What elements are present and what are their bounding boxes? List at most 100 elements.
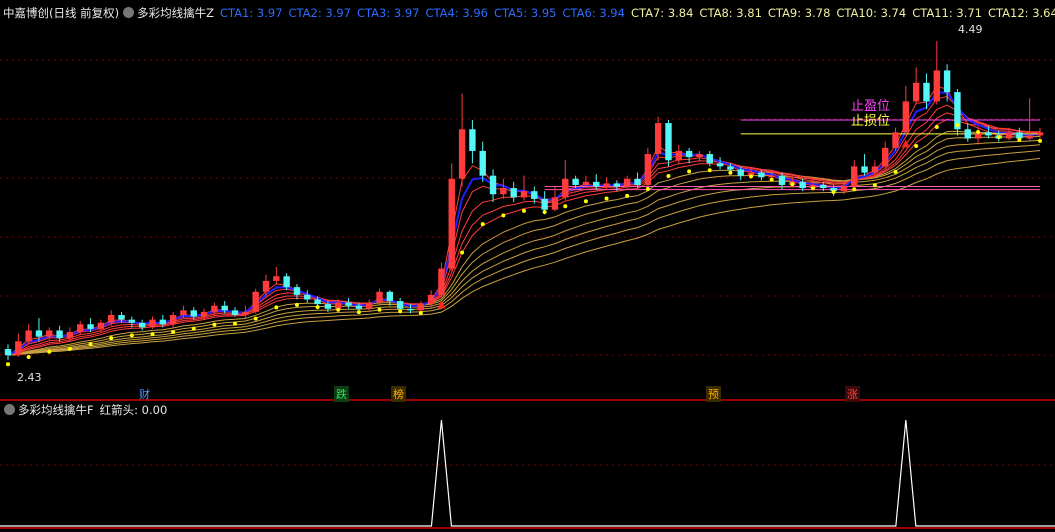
candle-up — [438, 268, 445, 295]
candle-down — [489, 175, 497, 195]
trend-dot — [1038, 138, 1042, 143]
trend-dot — [749, 174, 754, 179]
trend-dot — [6, 362, 10, 367]
indicator-name[interactable]: 多彩均线擒牛Z — [137, 6, 214, 20]
tag-forecast[interactable]: 预 — [706, 386, 721, 402]
trend-dot — [26, 355, 31, 360]
trend-dot — [129, 333, 134, 338]
trend-dot — [109, 336, 114, 341]
candle-down — [87, 324, 94, 329]
candle-up — [169, 314, 177, 325]
trend-dot — [274, 305, 279, 310]
candle-down — [324, 304, 332, 309]
candle-down — [541, 198, 548, 210]
cta-value-9: CTA9: 3.78 — [767, 6, 831, 20]
candle-up — [25, 330, 32, 342]
candle-down — [190, 310, 197, 317]
cta-values: CTA1: 3.97 CTA2: 3.97 CTA3: 3.97 CTA4: 3.96… — [220, 6, 1055, 20]
candle-up — [211, 305, 218, 312]
candle-up — [892, 132, 899, 148]
candle-down — [283, 276, 290, 288]
candle-down — [35, 330, 43, 337]
candle-down — [820, 184, 827, 189]
trend-dot — [645, 187, 650, 192]
candle-up — [262, 280, 270, 292]
candle-down — [138, 322, 146, 328]
candle-up — [933, 70, 940, 102]
trend-dot — [810, 186, 815, 191]
candle-up — [696, 154, 703, 158]
candle-up — [851, 166, 858, 187]
candle-down — [293, 287, 301, 295]
tag-rank[interactable]: 榜 — [391, 386, 406, 402]
trend-dot — [872, 183, 877, 188]
candle-down — [727, 166, 734, 170]
candle-down — [118, 314, 125, 320]
cta-value-2: CTA2: 3.97 — [288, 6, 351, 20]
candle-up — [417, 304, 424, 311]
candle-down — [613, 183, 621, 187]
trend-dot — [67, 346, 72, 351]
trend-dot — [191, 326, 196, 331]
tag-drop[interactable]: 跌 — [334, 386, 349, 402]
candle-up — [180, 310, 187, 315]
trend-dot — [687, 169, 692, 174]
trend-dot — [253, 316, 258, 321]
candle-down — [4, 349, 12, 356]
candle-up — [458, 129, 466, 179]
candle-up — [273, 276, 280, 281]
trend-dot — [171, 329, 176, 334]
trend-dot — [769, 177, 774, 182]
trend-dot — [914, 144, 919, 149]
candle-up — [624, 178, 631, 187]
sub-indicator-menu-icon[interactable] — [4, 404, 15, 415]
candle-up — [427, 294, 435, 305]
tag-finance[interactable]: 财 — [137, 386, 152, 402]
trend-dot — [150, 332, 155, 337]
candle-up — [108, 314, 115, 323]
candle-down — [469, 129, 476, 151]
sub-indicator-name[interactable]: 多彩均线擒牛F — [18, 403, 94, 417]
trend-dot — [377, 307, 382, 312]
sub-header: 多彩均线擒牛F 红箭头: 0.00 — [0, 402, 167, 418]
trend-dot — [315, 305, 320, 310]
trend-dot — [955, 123, 960, 128]
trend-dot — [233, 321, 238, 326]
price-high-label: 4.49 — [958, 23, 983, 36]
candle-down — [634, 178, 641, 185]
trend-dot — [212, 322, 217, 327]
trend-dot — [625, 193, 630, 198]
candle-up — [582, 181, 590, 185]
trend-dot — [480, 222, 485, 227]
trend-dot — [728, 170, 733, 175]
candle-up — [871, 166, 879, 173]
trend-dot — [996, 135, 1001, 140]
candle-up — [1036, 132, 1044, 136]
cta-value-4: CTA4: 3.96 — [425, 6, 488, 20]
red-arrow-signal-line — [0, 419, 1055, 527]
candle-down — [665, 123, 672, 161]
stock-title[interactable]: 中嘉博创(日线 前复权) — [0, 6, 119, 20]
trend-dot — [852, 187, 857, 192]
trend-dot — [976, 129, 981, 134]
cta-value-1: CTA1: 3.97 — [220, 6, 283, 20]
candle-down — [159, 319, 166, 325]
candle-down — [964, 129, 971, 139]
trend-dot — [398, 309, 403, 314]
candle-down — [531, 191, 538, 199]
sub-indicator-plot — [0, 419, 1055, 527]
candle-down — [128, 319, 136, 323]
tag-rise[interactable]: 涨 — [845, 386, 860, 402]
cta-value-8: CTA8: 3.81 — [699, 6, 762, 20]
trend-dot — [604, 196, 609, 201]
cta-value-12: CTA12: 3.64 — [988, 6, 1055, 20]
stop-loss-label: 止损位 — [851, 114, 891, 129]
candle-down — [799, 181, 806, 189]
indicator-menu-icon[interactable] — [123, 7, 135, 18]
candle-down — [716, 163, 724, 167]
candle-up — [242, 311, 249, 315]
candle-down — [396, 301, 404, 309]
trend-dot — [583, 199, 588, 204]
candle-up — [252, 291, 259, 312]
candle-up — [902, 101, 910, 133]
